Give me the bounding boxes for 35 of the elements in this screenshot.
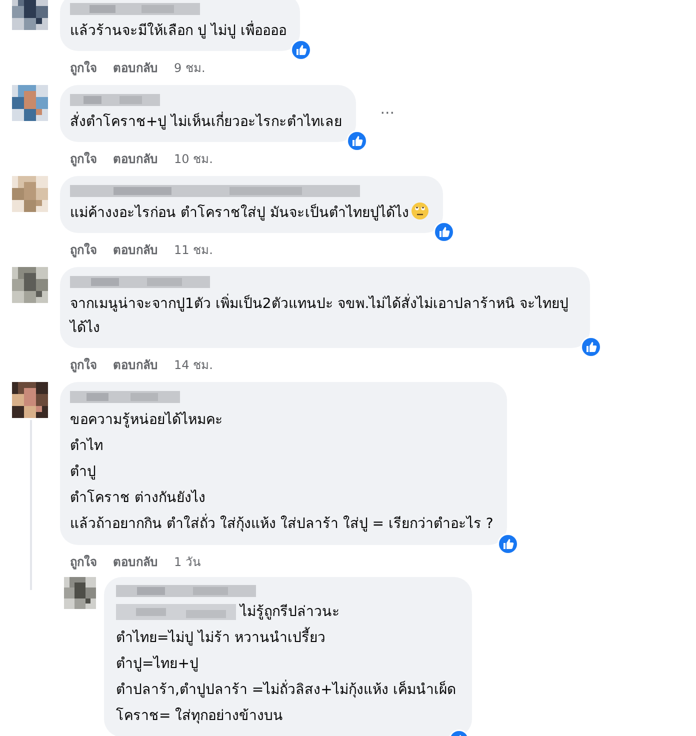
reply-link[interactable]: ตอบกลับ (113, 59, 158, 77)
comment-time: 11 ชม. (174, 242, 213, 259)
more-options-button[interactable]: ··· (380, 102, 394, 125)
comment-text: ตำปลาร้า,ตำปูปลาร้า =ไม่ถั่วลิสง+ไม่กุ้งแห้ง เค็มนำเผ็ด (116, 677, 456, 703)
like-reaction-icon (432, 221, 455, 243)
like-link[interactable]: ถูกใจ (70, 356, 97, 374)
like-reaction-icon (497, 533, 520, 555)
comment-time: 1 วัน (174, 554, 200, 571)
like-link[interactable]: ถูกใจ (70, 150, 97, 168)
comment-time: 9 ชม. (174, 60, 206, 77)
like-reaction-icon (346, 130, 368, 152)
comment-text: ตำปู (70, 463, 97, 482)
comment-text: ตำไท (70, 436, 104, 456)
comment-text: ขอความรู้หน่อยได้ไหมคะ (70, 410, 224, 430)
reply-link[interactable]: ตอบกลับ (113, 553, 158, 571)
reply-link[interactable]: ตอบกลับ (113, 356, 158, 374)
like-reaction-icon (580, 336, 602, 358)
like-link[interactable]: ถูกใจ (70, 241, 97, 259)
comment-text: ตำปู=ไทย+ปู (116, 654, 200, 674)
comment-text: แล้วถ้าอยากกิน ตำใส่ถั่ว ใส่กุ้งแห้ง ใส่ปลาร้า ใส่ปู = เรียกว่าตำอะไร ? (70, 511, 494, 537)
like-link[interactable]: ถูกใจ (70, 59, 97, 77)
comment-text: แล้วร้านจะมีให้เลือก ปู ไม่ปู เพื่ออออ (70, 19, 286, 43)
like-reaction-icon (290, 39, 312, 61)
comment-time: 14 ชม. (174, 357, 213, 374)
comment-text: โคราช= ใส่ทุกอย่างข้างบน (116, 706, 284, 726)
like-link[interactable]: ถูกใจ (70, 553, 97, 571)
comment-time: 10 ชม. (174, 151, 213, 168)
comment-text: สั่งตำโคราช+ปู ไม่เห็นเกี่ยวอะไรกะตำไทเลย (70, 110, 342, 134)
comment-text: ตำไทย=ไม่ปู ไม่ร้า หวานนำเปรี้ยว (116, 625, 456, 651)
comment-text: ไม่รู้ถูกรีปล่าวนะ (240, 602, 340, 622)
comment-text: แม่ค้างงอะไรก่อน ตำโคราชใส่ปู มันจะเป็นตำไทยปูได้ไง (70, 201, 429, 225)
reply-link[interactable]: ตอบกลับ (113, 150, 158, 168)
comment-text: ตำโคราช ต่างกันยังไง (70, 488, 206, 508)
comment-text: จากเมนูน่าจะจากปู1ตัว เพิ่มเป็น2ตัวแทนปะ จขพ.ไม่ได้สั่งไม่เอาปลาร้าหนิ จะไทยปูได้ไง (70, 292, 576, 340)
reply-link[interactable]: ตอบกลับ (113, 241, 158, 259)
